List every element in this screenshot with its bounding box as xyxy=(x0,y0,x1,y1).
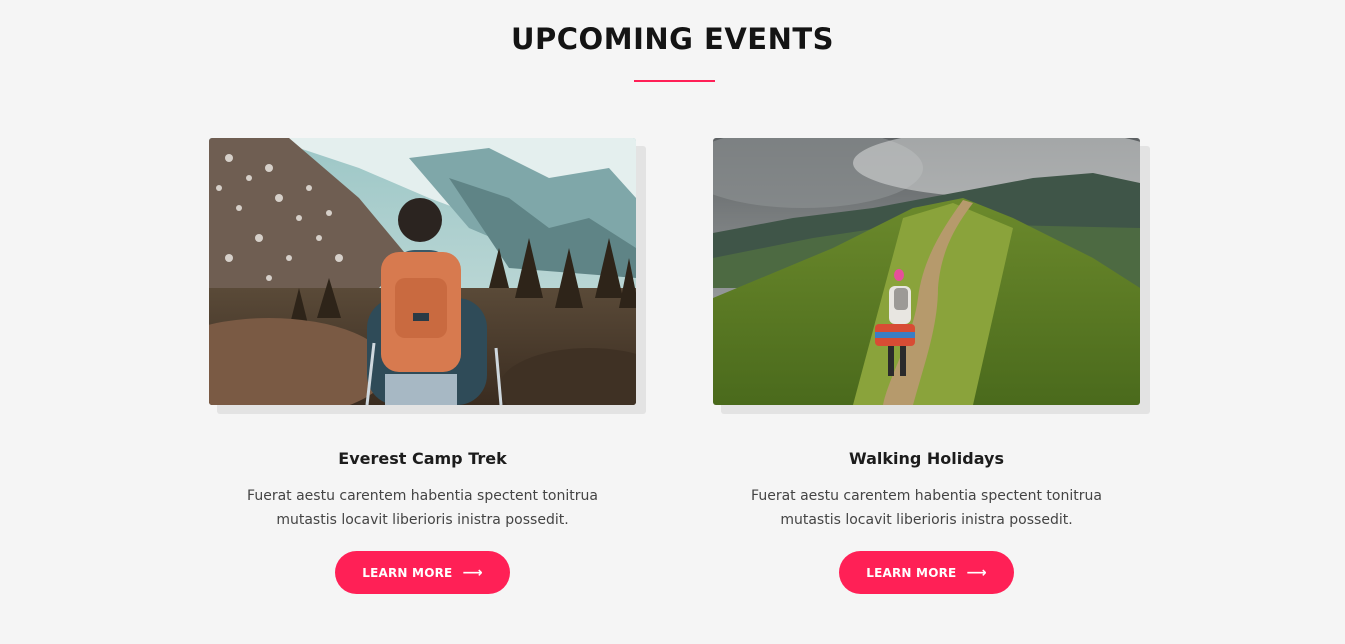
learn-more-button[interactable]: LEARN MORE ⟶ xyxy=(839,551,1014,594)
event-description: Fuerat aestu carentem habentia spectent … xyxy=(247,488,598,528)
arrow-right-icon: ⟶ xyxy=(966,564,987,581)
upcoming-events-section: UPCOMING EVENTS Everest Camp Trek Fuerat… xyxy=(0,0,1345,644)
section-title: UPCOMING EVENTS xyxy=(510,22,835,56)
event-title: Everest Camp Trek xyxy=(338,449,507,468)
event-image-wrapper xyxy=(209,138,646,414)
event-image-hiker-mountain[interactable] xyxy=(209,138,636,405)
event-card: Walking Holidays Fuerat aestu carentem h… xyxy=(713,138,1150,594)
event-title: Walking Holidays xyxy=(849,449,1004,468)
event-card: Everest Camp Trek Fuerat aestu carentem … xyxy=(209,138,646,594)
learn-more-button[interactable]: LEARN MORE ⟶ xyxy=(335,551,510,594)
event-description: Fuerat aestu carentem habentia spectent … xyxy=(751,488,1102,528)
learn-more-label: LEARN MORE xyxy=(866,565,957,580)
arrow-right-icon: ⟶ xyxy=(462,564,483,581)
event-image-wrapper xyxy=(713,138,1150,414)
event-image-hiking-trail[interactable] xyxy=(713,138,1140,405)
learn-more-label: LEARN MORE xyxy=(362,565,453,580)
title-divider xyxy=(634,80,715,82)
